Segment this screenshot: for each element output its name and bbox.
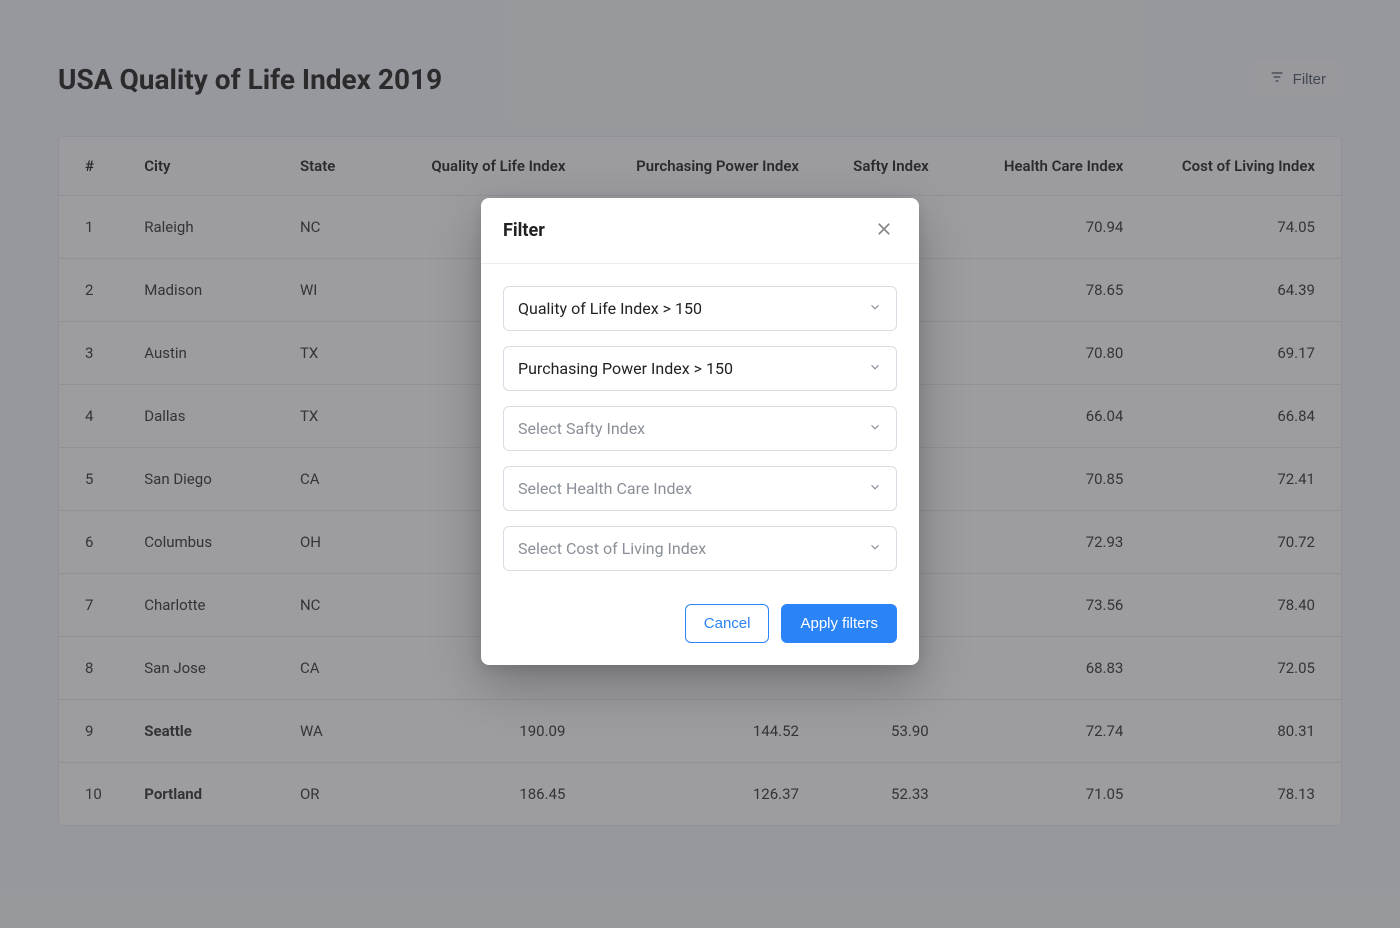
filter-select-label: Select Safty Index [518, 419, 645, 438]
filter-select-label: Select Health Care Index [518, 479, 692, 498]
filter-modal: Filter Quality of Life Index > 150 Purcha… [481, 198, 919, 665]
filter-select[interactable]: Quality of Life Index > 150 [503, 286, 897, 331]
filter-select[interactable]: Purchasing Power Index > 150 [503, 346, 897, 391]
filter-select-label: Quality of Life Index > 150 [518, 299, 702, 318]
chevron-down-icon [868, 299, 882, 318]
apply-filters-button[interactable]: Apply filters [781, 604, 897, 643]
chevron-down-icon [868, 479, 882, 498]
chevron-down-icon [868, 419, 882, 438]
filter-select[interactable]: Select Health Care Index [503, 466, 897, 511]
filter-select[interactable]: Select Safty Index [503, 406, 897, 451]
filter-select[interactable]: Select Cost of Living Index [503, 526, 897, 571]
modal-overlay[interactable]: Filter Quality of Life Index > 150 Purcha… [0, 0, 1400, 928]
modal-title: Filter [503, 220, 545, 241]
close-icon [875, 226, 893, 241]
filter-select-label: Select Cost of Living Index [518, 539, 706, 558]
chevron-down-icon [868, 539, 882, 558]
cancel-button[interactable]: Cancel [685, 604, 770, 643]
close-button[interactable] [871, 216, 897, 245]
chevron-down-icon [868, 359, 882, 378]
filter-select-label: Purchasing Power Index > 150 [518, 359, 733, 378]
